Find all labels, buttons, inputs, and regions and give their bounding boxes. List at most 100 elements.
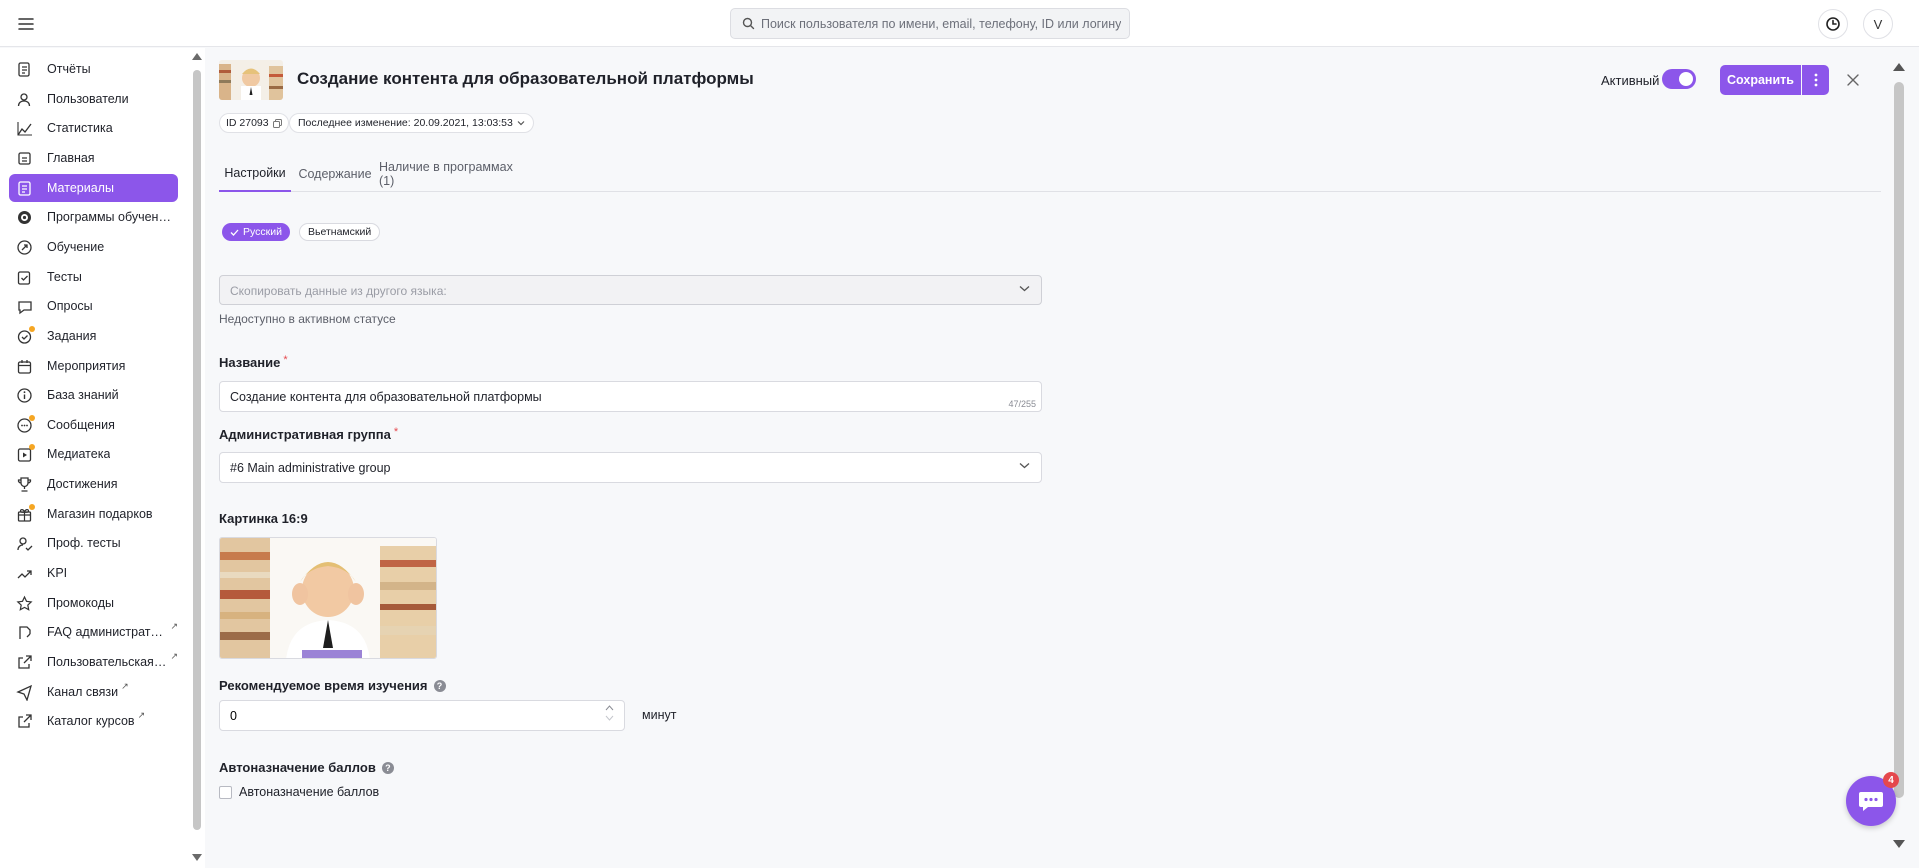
scroll-down-icon[interactable] [192, 854, 202, 862]
group-label: Административная группа * [219, 426, 398, 442]
tasks-icon [15, 326, 35, 345]
more-actions-button[interactable] [1802, 65, 1829, 95]
sidebar-item[interactable]: Тесты [9, 263, 178, 291]
close-button[interactable] [1844, 71, 1862, 89]
sidebar-item[interactable]: Достижения [9, 470, 178, 498]
history-button[interactable] [1818, 9, 1848, 39]
lang-russian-label: Русский [243, 226, 282, 238]
admin-group-value: #6 Main administrative group [230, 461, 391, 475]
chat-unread-badge: 4 [1883, 772, 1899, 788]
help-icon[interactable]: ? [433, 680, 446, 692]
stats-icon [15, 119, 33, 137]
messages-icon [15, 415, 35, 434]
search-icon [742, 17, 755, 33]
copy-language-placeholder: Скопировать данные из другого языка: [230, 284, 447, 298]
name-label: Название * [219, 354, 288, 370]
copy-language-hint: Недоступно в активном статусе [219, 312, 396, 326]
scroll-up-icon[interactable] [1893, 62, 1905, 71]
tests-icon [15, 268, 33, 286]
sidebar-item[interactable]: Пользовательская версия↗ [9, 648, 178, 676]
spinner-down-icon[interactable] [605, 715, 614, 721]
cover-image[interactable] [219, 537, 437, 659]
sidebar-item[interactable]: Промокоды [9, 589, 178, 617]
sidebar-item[interactable]: База знаний [9, 381, 178, 409]
sidebar-item-label: Сообщения [47, 418, 115, 432]
events-icon [15, 357, 33, 375]
active-status-label: Активный [1601, 73, 1660, 88]
top-bar: V [0, 0, 1919, 47]
user-search [730, 8, 1130, 39]
sidebar-item[interactable]: Опросы [9, 292, 178, 320]
sidebar-item[interactable]: Проф. тесты [9, 529, 178, 557]
sidebar-item[interactable]: Пользователи [9, 85, 178, 113]
editor-tabs: Настройки Содержание Наличие в программа… [219, 156, 1881, 192]
sidebar-item[interactable]: FAQ администратора ↗ [9, 618, 178, 646]
sidebar-item[interactable]: Отчёты [9, 55, 178, 83]
avatar[interactable]: V [1863, 9, 1893, 39]
spinner-up-icon[interactable] [605, 705, 614, 711]
chat-icon [1859, 792, 1883, 811]
tab-programs[interactable]: Наличие в программах (1) [379, 156, 529, 192]
number-spinner[interactable] [605, 705, 614, 721]
sidebar-item-label: Обучение [47, 240, 105, 254]
knowledge-icon [15, 386, 33, 404]
sidebar-item[interactable]: Материалы [9, 174, 178, 202]
study-time-input[interactable] [230, 701, 590, 730]
external-link-icon [15, 712, 33, 730]
sidebar-item[interactable]: Задания [9, 322, 178, 350]
save-button[interactable]: Сохранить [1720, 65, 1801, 95]
lang-russian[interactable]: Русский [222, 223, 290, 241]
sidebar-item-label: Статистика [47, 121, 113, 135]
auto-points-checkbox-label[interactable]: Автоназначение баллов [239, 785, 379, 799]
sidebar-item[interactable]: Статистика [9, 114, 178, 142]
search-input[interactable] [761, 9, 1121, 38]
admin-group-select[interactable]: #6 Main administrative group [219, 452, 1042, 483]
material-id: ID 27093 [226, 117, 269, 129]
name-label-text: Название [219, 355, 281, 370]
main-scroll-thumb[interactable] [1894, 82, 1904, 798]
material-id-badge[interactable]: ID 27093 [219, 113, 289, 133]
gift-icon [15, 504, 35, 523]
sidebar-item-label: Канал связи [47, 685, 119, 699]
last-modified-dropdown[interactable]: Последнее изменение: 20.09.2021, 13:03:5… [289, 113, 534, 133]
lang-vietnamese[interactable]: Вьетнамский [299, 223, 381, 241]
sidebar-item[interactable]: Канал связи ↗ [9, 678, 178, 706]
tab-content[interactable]: Содержание [297, 156, 373, 192]
sidebar-item[interactable]: Обучение [9, 233, 178, 261]
material-editor: Создание контента для образовательной пл… [205, 48, 1919, 868]
sidebar-item-label: Каталог курсов [47, 714, 135, 728]
scroll-up-icon[interactable] [192, 52, 202, 60]
menu-icon[interactable] [16, 14, 36, 34]
sidebar-item[interactable]: Сообщения [9, 411, 178, 439]
copy-icon[interactable] [272, 118, 282, 128]
sidebar-item[interactable]: Магазин подарков [9, 500, 178, 528]
copy-language-select[interactable]: Скопировать данные из другого языка: [219, 275, 1042, 305]
trophy-icon [15, 475, 33, 493]
check-icon [230, 229, 239, 236]
notification-dot [29, 504, 35, 510]
name-char-counter: 47/255 [1008, 399, 1036, 409]
sidebar-item-label: Мероприятия [47, 359, 126, 373]
sidebar-item[interactable]: KPI [9, 559, 178, 587]
sidebar-item[interactable]: Медиатека [9, 440, 178, 468]
close-icon [1847, 74, 1859, 86]
sidebar-item-label: Промокоды [47, 596, 114, 610]
chevron-down-icon [517, 121, 525, 126]
lang-vietnamese-label: Вьетнамский [308, 226, 372, 238]
sidebar-item[interactable]: Мероприятия [9, 352, 178, 380]
image-label: Картинка 16:9 [219, 511, 308, 526]
name-input[interactable] [230, 382, 1010, 411]
help-icon[interactable]: ? [381, 762, 394, 774]
study-time-label-text: Рекомендуемое время изучения [219, 678, 428, 693]
scroll-down-icon[interactable] [1893, 840, 1905, 849]
sidebar-item-label: Пользователи [47, 92, 129, 106]
sidebar-scroll-thumb[interactable] [193, 70, 201, 830]
tab-settings[interactable]: Настройки [219, 156, 291, 192]
auto-points-checkbox[interactable] [219, 786, 232, 799]
active-toggle[interactable] [1662, 69, 1696, 89]
sidebar-item[interactable]: Каталог курсов ↗ [9, 707, 178, 735]
sidebar-item-label: Магазин подарков [47, 507, 153, 521]
report-icon [15, 60, 33, 78]
sidebar-item[interactable]: Программы обучения [9, 203, 178, 231]
sidebar-item[interactable]: Главная [9, 144, 178, 172]
